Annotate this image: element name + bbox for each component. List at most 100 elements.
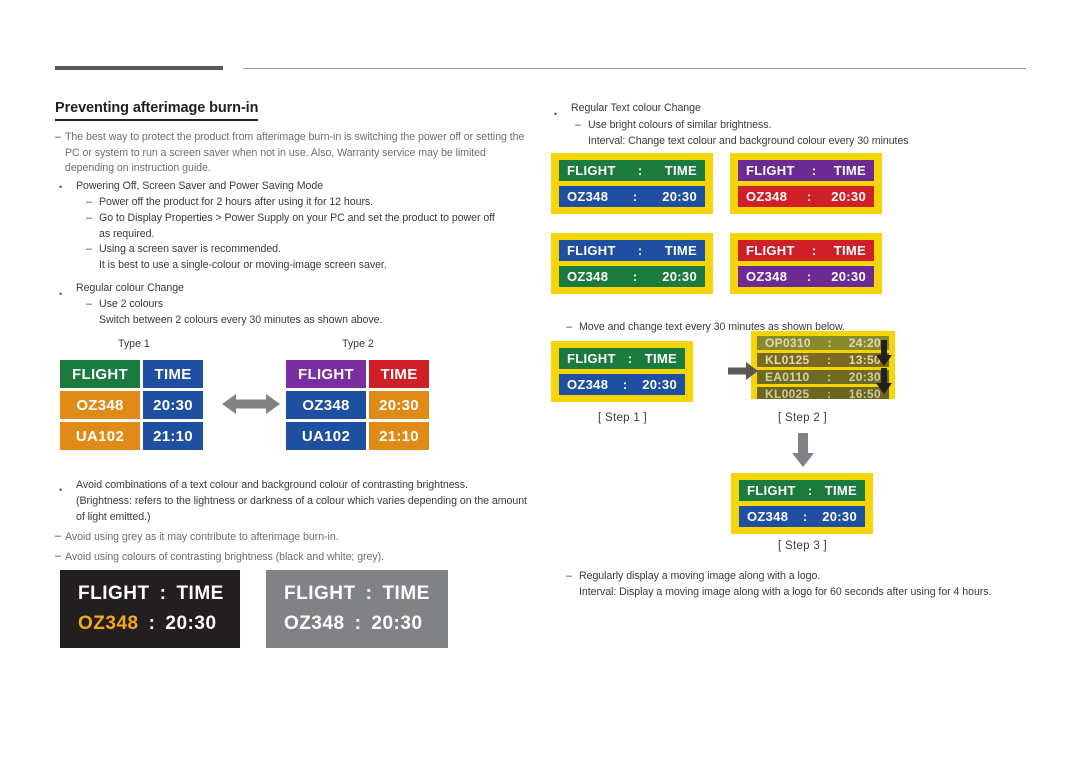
board-line-separator: : <box>632 189 638 204</box>
board-line: OZ348:20:30 <box>738 266 874 287</box>
board-line-separator: : <box>806 189 812 204</box>
header-rule-thick <box>55 66 223 70</box>
sub-1-3-text: Using a screen saver is recommended. <box>99 243 281 255</box>
board-line-right: 20:30 <box>662 189 697 204</box>
right-bullet-2-text: Regularly display a moving image along w… <box>579 570 821 582</box>
board-line: FLIGHT: TIME <box>739 480 865 501</box>
bullet-2-marker: • <box>59 289 63 299</box>
intro-text: The best way to protect the product from… <box>65 131 525 174</box>
dark-board-grey: FLIGHT: TIME OZ348:20:30 <box>266 570 448 648</box>
right-bullet-2-dash: – <box>566 570 572 582</box>
type1-cell-left: FLIGHT <box>60 360 140 388</box>
sub-1-1-text: Power off the product for 2 hours after … <box>99 196 374 208</box>
board-line-separator: : <box>632 269 638 284</box>
board-line-right: TIME <box>664 243 697 258</box>
board-line-separator: : <box>827 353 832 367</box>
step-3-label: [ Step 3 ] <box>778 540 828 552</box>
board-line: OP0310:24:20 <box>757 336 889 350</box>
board-purple-red: FLIGHT: TIME OZ348:20:30 <box>730 153 882 214</box>
type2-row: OZ348 20:30 <box>286 391 429 419</box>
board-line: OZ348:20:30 <box>739 506 865 527</box>
board-line-right: 20:30 <box>822 509 857 524</box>
board-line-left: KL0025 <box>765 387 810 399</box>
board-line: KL0125:13:50 <box>757 353 889 367</box>
board-red-purple: FLIGHT: TIME OZ348:20:30 <box>730 233 882 294</box>
board-line-left: FLIGHT <box>747 483 796 498</box>
type2-cell-right: TIME <box>369 360 429 388</box>
dark-board-line-separator: : <box>365 583 373 604</box>
board-line-separator: : <box>811 243 817 258</box>
step-1-board: FLIGHT: TIME OZ348:20:30 <box>551 341 693 402</box>
sub-1-2-dash: – <box>86 212 92 224</box>
dark-board-line-left: OZ348 <box>78 613 139 634</box>
type1-cell-left: UA102 <box>60 422 140 450</box>
board-line-separator: : <box>827 336 832 350</box>
dark-board-line: OZ348:20:30 <box>284 613 430 635</box>
board-line: FLIGHT: TIME <box>559 348 685 369</box>
dark-board-line: FLIGHT: TIME <box>284 583 430 605</box>
bullet-1-marker: • <box>59 182 63 192</box>
note-1-dash: – <box>55 530 61 542</box>
right-bullet-1-text: Regular Text colour Change <box>571 102 701 114</box>
board-line-right: TIME <box>833 163 866 178</box>
board-line-left: FLIGHT <box>567 163 616 178</box>
dark-board-line-right: TIME <box>176 583 224 604</box>
double-arrow-icon <box>222 394 280 414</box>
note-1-text: Avoid using grey as it may contribute to… <box>65 531 339 543</box>
board-line-left: EA0110 <box>765 370 810 384</box>
type1-cell-right: 20:30 <box>143 391 203 419</box>
sub-2-1b-text: Switch between 2 colours every 30 minute… <box>99 314 383 326</box>
step-2-label: [ Step 2 ] <box>778 412 828 424</box>
type2-cell-left: FLIGHT <box>286 360 366 388</box>
move-note-dash: – <box>566 321 572 333</box>
board-line-left: OZ348 <box>567 377 609 392</box>
board-line: OZ348:20:30 <box>559 266 705 287</box>
flight-board-type-1: FLIGHT TIME OZ348 20:30 UA102 21:10 <box>60 360 203 450</box>
board-line-left: OZ348 <box>567 189 609 204</box>
dark-board-line-separator: : <box>159 583 167 604</box>
board-line-left: KL0125 <box>765 353 810 367</box>
dark-board-black: FLIGHT: TIME OZ348:20:30 <box>60 570 240 648</box>
board-line-right: 20:30 <box>831 269 866 284</box>
board-line-left: FLIGHT <box>567 351 616 366</box>
board-green-blue: FLIGHT: TIME OZ348: 20:30 <box>551 153 713 214</box>
step-3-board: FLIGHT: TIME OZ348:20:30 <box>731 473 873 534</box>
board-line-separator: : <box>627 351 633 366</box>
board-line-left: FLIGHT <box>746 243 795 258</box>
board-line-left: FLIGHT <box>746 163 795 178</box>
dark-board-line-separator: : <box>148 613 156 634</box>
board-line: FLIGHT: TIME <box>559 160 705 181</box>
board-line: OZ348:20:30 <box>738 186 874 207</box>
type1-row: FLIGHT TIME <box>60 360 203 388</box>
dark-board-line-right: 20:30 <box>165 613 217 634</box>
right-sub-1-text: Use bright colours of similar brightness… <box>588 119 772 131</box>
bullet-3b-text: (Brightness: refers to the lightness or … <box>76 495 527 523</box>
dark-board-line-separator: : <box>354 613 362 634</box>
type2-row: FLIGHT TIME <box>286 360 429 388</box>
arrow-down-small-icon-2 <box>876 368 892 394</box>
arrow-right-icon <box>728 362 758 380</box>
bullet-3-text: Avoid combinations of a text colour and … <box>76 479 468 491</box>
right-bullet-2b-text: Interval: Display a moving image along w… <box>579 586 992 598</box>
intro-dash: – <box>55 131 61 143</box>
dark-board-line: FLIGHT: TIME <box>78 583 224 605</box>
type2-cell-right: 20:30 <box>369 391 429 419</box>
document-page: Preventing afterimage burn-in – The best… <box>0 0 1080 763</box>
dark-board-line-right: 20:30 <box>371 613 423 634</box>
bullet-1-text: Powering Off, Screen Saver and Power Sav… <box>76 180 324 192</box>
right-bullet-1-marker: • <box>554 109 558 119</box>
arrow-down-small-icon-1 <box>876 340 892 366</box>
sub-1-1-dash: – <box>86 196 92 208</box>
type2-cell-right: 21:10 <box>369 422 429 450</box>
bullet-3-marker: • <box>59 485 63 495</box>
dark-board-line-left: FLIGHT <box>78 583 150 604</box>
note-2-text: Avoid using colours of contrasting brigh… <box>65 551 384 563</box>
board-line-right: TIME <box>833 243 866 258</box>
board-line-separator: : <box>637 243 643 258</box>
flight-board-type-2: FLIGHT TIME OZ348 20:30 UA102 21:10 <box>286 360 429 450</box>
type1-cell-right: 21:10 <box>143 422 203 450</box>
board-line: FLIGHT: TIME <box>559 240 705 261</box>
board-line-left: OZ348 <box>567 269 609 284</box>
board-line-right: TIME <box>824 483 857 498</box>
type2-row: UA102 21:10 <box>286 422 429 450</box>
